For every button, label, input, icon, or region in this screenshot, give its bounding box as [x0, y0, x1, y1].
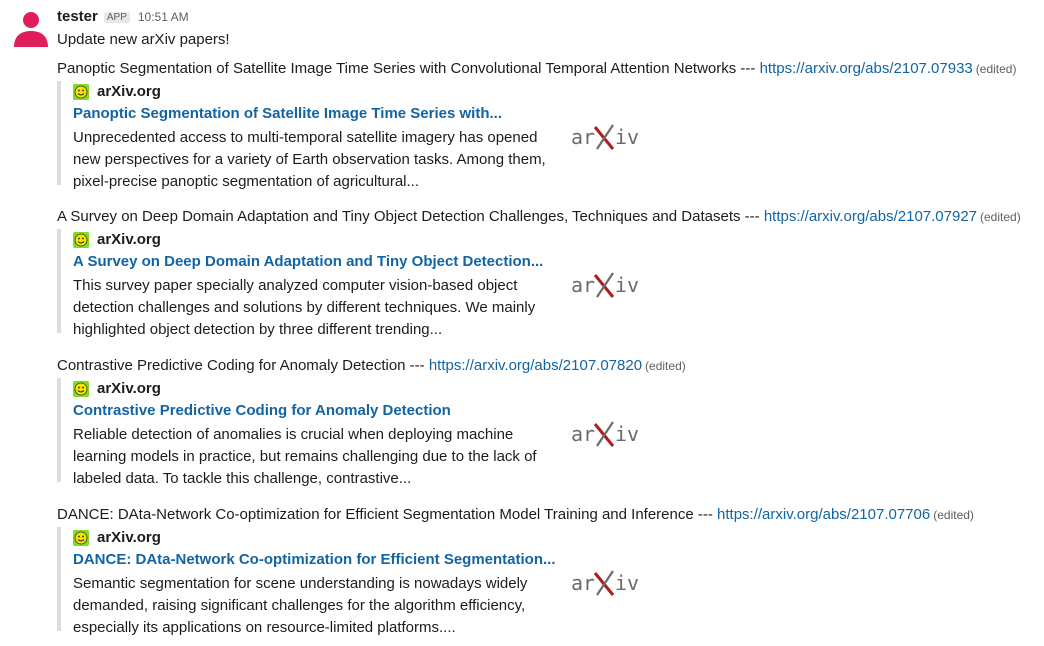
thumb-left: ar [571, 571, 595, 595]
thumb-right: iv [615, 273, 639, 297]
paper-title: Contrastive Predictive Coding for Anomal… [57, 357, 406, 374]
app-badge: APP [103, 12, 130, 23]
site-name: arXiv.org [97, 380, 161, 397]
arxiv-logo-thumbnail[interactable]: ar iv [569, 416, 641, 452]
arxiv-favicon-icon [73, 83, 89, 100]
link-preview: arXiv.org DANCE: DAta-Network Co-optimiz… [57, 527, 661, 636]
separator: --- [736, 60, 760, 77]
paper-title: A Survey on Deep Domain Adaptation and T… [57, 208, 741, 225]
preview-title-link[interactable]: A Survey on Deep Domain Adaptation and T… [73, 253, 543, 270]
paper-entry: Panoptic Segmentation of Satellite Image… [57, 59, 1037, 190]
paper-title: Panoptic Segmentation of Satellite Image… [57, 60, 737, 77]
arxiv-favicon-icon [73, 529, 89, 546]
edited-label: (edited) [980, 210, 1021, 224]
message-text: Update new arXiv papers! [57, 31, 230, 48]
thumb-left: ar [571, 422, 595, 446]
preview-description: Unprecedented access to multi-temporal s… [73, 129, 546, 190]
preview-description: Reliable detection of anomalies is cruci… [73, 426, 537, 487]
paper-title: DANCE: DAta-Network Co-optimization for … [57, 506, 694, 523]
thumb-right: iv [615, 422, 639, 446]
separator: --- [693, 506, 718, 523]
preview-description: This survey paper specially analyzed com… [73, 277, 536, 338]
arxiv-logo-thumbnail[interactable]: ar iv [569, 267, 641, 303]
preview-description: Semantic segmentation for scene understa… [73, 575, 528, 636]
link-preview: arXiv.org Contrastive Predictive Coding … [57, 378, 661, 487]
thumb-left: ar [571, 273, 595, 297]
site-name: arXiv.org [97, 231, 161, 248]
paper-entry: A Survey on Deep Domain Adaptation and T… [57, 207, 1037, 338]
paper-link[interactable]: https://arxiv.org/abs/2107.07820 [429, 357, 642, 374]
thumb-left: ar [571, 125, 595, 149]
arxiv-logo-thumbnail[interactable]: ar iv [569, 119, 641, 155]
avatar[interactable] [12, 11, 50, 47]
paper-link[interactable]: https://arxiv.org/abs/2107.07706 [717, 506, 930, 523]
separator: --- [405, 357, 429, 374]
site-name: arXiv.org [97, 529, 161, 546]
edited-label: (edited) [645, 359, 686, 373]
edited-label: (edited) [933, 508, 974, 522]
arxiv-favicon-icon [73, 231, 89, 248]
arxiv-favicon-icon [73, 380, 89, 397]
sender-name[interactable]: tester [57, 8, 98, 25]
message-header: tester APP 10:51 AM [57, 8, 189, 25]
edited-label: (edited) [975, 62, 1017, 76]
link-preview: arXiv.org A Survey on Deep Domain Adapta… [57, 229, 661, 338]
arxiv-logo-thumbnail[interactable]: ar iv [569, 565, 641, 601]
preview-title-link[interactable]: DANCE: DAta-Network Co-optimization for … [73, 551, 556, 568]
link-preview: arXiv.org Panoptic Segmentation of Satel… [57, 81, 661, 190]
paper-link[interactable]: https://arxiv.org/abs/2107.07933 [760, 60, 973, 77]
paper-entry: DANCE: DAta-Network Co-optimization for … [57, 505, 1037, 636]
paper-link[interactable]: https://arxiv.org/abs/2107.07927 [764, 208, 977, 225]
thumb-right: iv [615, 571, 639, 595]
paper-entry: Contrastive Predictive Coding for Anomal… [57, 356, 1037, 487]
timestamp[interactable]: 10:51 AM [138, 10, 189, 24]
separator: --- [740, 208, 764, 225]
preview-title-link[interactable]: Contrastive Predictive Coding for Anomal… [73, 402, 451, 419]
preview-title-link[interactable]: Panoptic Segmentation of Satellite Image… [73, 105, 502, 122]
site-name: arXiv.org [97, 83, 161, 100]
thumb-right: iv [615, 125, 639, 149]
